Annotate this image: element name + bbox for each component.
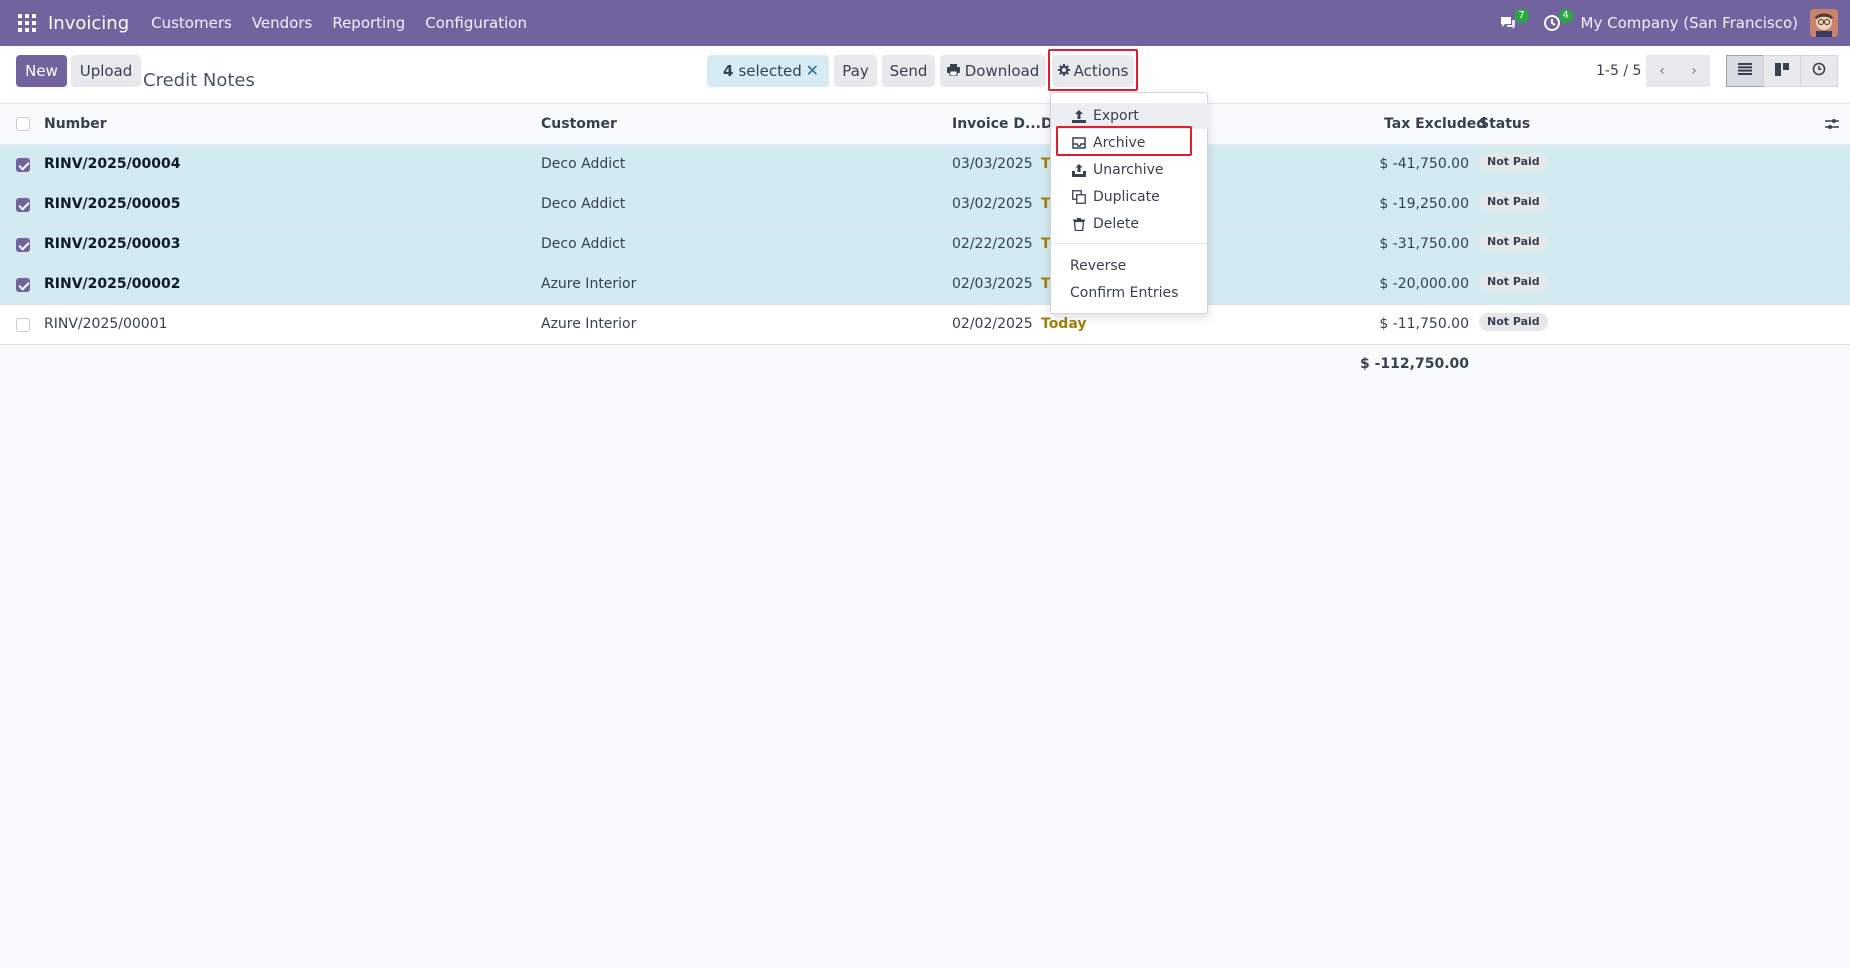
menu-item-confirm-entries[interactable]: Confirm Entries [1051, 280, 1209, 306]
menu-item-duplicate-label: Duplicate [1093, 189, 1160, 205]
table-row[interactable]: RINV/2025/00002 Azure Interior 02/03/202… [0, 265, 1850, 305]
row-tax-excluded: $ -11,750.00 [1379, 316, 1469, 332]
menu-item-reverse-label: Reverse [1070, 258, 1127, 274]
row-invoice-date: 02/03/2025 [952, 276, 1033, 292]
row-checkbox[interactable] [16, 198, 30, 212]
list-view-icon [1738, 63, 1752, 79]
table-row[interactable]: RINV/2025/00004 Deco Addict 03/03/2025 T… [0, 145, 1850, 185]
chevron-left-icon: ‹ [1659, 63, 1665, 79]
menu-item-reverse[interactable]: Reverse [1051, 253, 1209, 279]
row-tax-excluded: $ -19,250.00 [1379, 196, 1469, 212]
header-customer[interactable]: Customer [541, 116, 617, 132]
activities-icon[interactable]: 4 [1537, 8, 1573, 38]
actions-highlight-box [1048, 49, 1138, 91]
row-number: RINV/2025/00004 [44, 156, 181, 172]
row-invoice-date: 03/03/2025 [952, 156, 1033, 172]
table-row[interactable]: RINV/2025/00005 Deco Addict 03/02/2025 T… [0, 185, 1850, 225]
kanban-view-icon [1775, 62, 1789, 80]
user-avatar[interactable] [1810, 9, 1838, 37]
top-navbar: Invoicing Customers Vendors Reporting Co… [0, 0, 1850, 46]
table-total: $ -112,750.00 [1360, 356, 1469, 372]
row-checkbox[interactable] [16, 278, 30, 292]
pager-previous-button[interactable]: ‹ [1646, 55, 1678, 87]
menu-divider [1051, 243, 1207, 244]
selected-count: 4 [723, 62, 734, 80]
trash-icon [1071, 217, 1087, 231]
menu-reporting[interactable]: Reporting [332, 14, 405, 32]
row-number: RINV/2025/00001 [44, 316, 168, 332]
apps-grid-icon[interactable] [14, 10, 40, 36]
download-button[interactable]: Download [940, 55, 1046, 87]
table-header: Number Customer Invoice D... D Tax Exclu… [0, 104, 1850, 145]
chevron-right-icon: › [1691, 63, 1697, 79]
messages-icon[interactable]: 7 [1493, 8, 1529, 38]
menu-item-unarchive-label: Unarchive [1093, 162, 1164, 178]
menu-item-delete[interactable]: Delete [1051, 211, 1209, 237]
status-badge: Not Paid [1479, 153, 1548, 171]
app-brand[interactable]: Invoicing [48, 13, 129, 34]
kanban-view-button[interactable] [1763, 55, 1801, 87]
pager-value[interactable]: 1-5 / 5 [1596, 63, 1641, 79]
archive-highlight-box [1056, 126, 1192, 156]
row-customer: Azure Interior [541, 276, 637, 292]
selected-label: selected [738, 62, 802, 80]
selection-indicator: 4 selected ✕ [707, 55, 829, 87]
menu-item-unarchive[interactable]: Unarchive [1051, 157, 1209, 183]
row-customer: Deco Addict [541, 156, 626, 172]
select-all-checkbox[interactable] [16, 117, 30, 131]
row-checkbox[interactable] [16, 318, 30, 332]
menu-item-delete-label: Delete [1093, 216, 1139, 232]
optional-columns-icon[interactable] [1825, 118, 1839, 134]
menu-configuration[interactable]: Configuration [425, 14, 527, 32]
download-label: Download [964, 62, 1040, 80]
activities-badge: 4 [1558, 9, 1573, 23]
row-invoice-date: 02/02/2025 [952, 316, 1033, 332]
company-switcher[interactable]: My Company (San Francisco) [1581, 14, 1798, 32]
copy-icon [1071, 190, 1087, 204]
unarchive-icon [1071, 163, 1087, 177]
row-tax-excluded: $ -41,750.00 [1379, 156, 1469, 172]
row-tax-excluded: $ -31,750.00 [1379, 236, 1469, 252]
row-tax-excluded: $ -20,000.00 [1379, 276, 1469, 292]
activity-view-button[interactable] [1800, 55, 1838, 87]
status-badge: Not Paid [1479, 313, 1548, 331]
row-invoice-date: 03/02/2025 [952, 196, 1033, 212]
row-customer: Deco Addict [541, 236, 626, 252]
status-badge: Not Paid [1479, 193, 1548, 211]
row-number: RINV/2025/00005 [44, 196, 181, 212]
menu-item-confirm-entries-label: Confirm Entries [1070, 285, 1179, 301]
page-title: Credit Notes [143, 70, 255, 91]
messages-badge: 7 [1514, 9, 1529, 23]
row-customer: Deco Addict [541, 196, 626, 212]
new-button[interactable]: New [16, 55, 67, 87]
list-view-button[interactable] [1726, 55, 1764, 87]
pager-next-button[interactable]: › [1678, 55, 1710, 87]
row-checkbox[interactable] [16, 158, 30, 172]
printer-icon [946, 62, 960, 80]
pay-button[interactable]: Pay [834, 55, 877, 87]
menu-customers[interactable]: Customers [151, 14, 232, 32]
row-due: Today [1041, 316, 1087, 332]
upload-icon [1071, 109, 1087, 123]
row-invoice-date: 02/22/2025 [952, 236, 1033, 252]
header-status[interactable]: Status [1479, 116, 1530, 132]
menu-item-export-label: Export [1093, 108, 1139, 124]
upload-button[interactable]: Upload [71, 55, 141, 87]
header-number[interactable]: Number [44, 116, 107, 132]
clock-icon [1812, 62, 1826, 80]
table-row[interactable]: RINV/2025/00003 Deco Addict 02/22/2025 T… [0, 225, 1850, 265]
status-badge: Not Paid [1479, 273, 1548, 291]
send-button[interactable]: Send [882, 55, 935, 87]
header-invoice-date[interactable]: Invoice D... [952, 116, 1041, 132]
row-number: RINV/2025/00002 [44, 276, 181, 292]
clear-selection-icon[interactable]: ✕ [806, 61, 819, 80]
status-badge: Not Paid [1479, 233, 1548, 251]
table-row[interactable]: RINV/2025/00001 Azure Interior 02/02/202… [0, 305, 1850, 345]
row-customer: Azure Interior [541, 316, 637, 332]
header-tax-excluded[interactable]: Tax Excluded [1384, 116, 1486, 132]
menu-vendors[interactable]: Vendors [252, 14, 313, 32]
row-checkbox[interactable] [16, 238, 30, 252]
row-number: RINV/2025/00003 [44, 236, 181, 252]
menu-item-duplicate[interactable]: Duplicate [1051, 184, 1209, 210]
